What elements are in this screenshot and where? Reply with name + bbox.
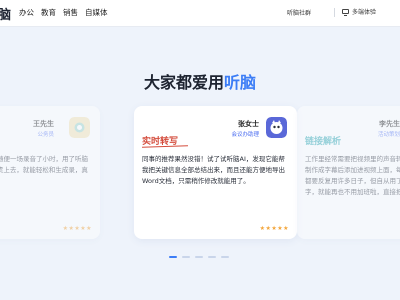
feature-tag: 链接解析 (305, 137, 342, 147)
reviewer-title: 活动策划 (377, 132, 400, 138)
menu-item-education[interactable]: 教育 (41, 7, 56, 18)
reviewer-name: 张女士 (238, 120, 259, 128)
reviewer-title: 公务员 (37, 132, 54, 138)
carousel-pager (169, 256, 229, 258)
heading-accent: 听脑 (224, 73, 257, 92)
menu-item-sales[interactable]: 销售 (63, 7, 78, 18)
rating-stars: ★★★★★ (62, 225, 92, 232)
menu-item-self-media[interactable]: 自媒体 (85, 7, 108, 18)
avatar (69, 117, 90, 138)
main-menu: 办公 教育 销售 自媒体 (19, 7, 108, 18)
carousel-dot[interactable] (208, 256, 216, 258)
carousel-dot[interactable] (169, 256, 177, 258)
menu-item-office[interactable]: 办公 (19, 7, 34, 18)
testimonial-quote: 作经常需要开会，随便一场录音了小时，用了听脑AI后，只需要把负责上去，就能轻松和… (0, 155, 88, 174)
brand-logo[interactable]: 脑 (0, 4, 11, 23)
reviewer-title: 会议办助理 (231, 132, 259, 138)
monitor-icon (342, 9, 349, 16)
nav-divider (334, 8, 335, 17)
multi-device-button[interactable]: 多端体验 (342, 7, 376, 16)
testimonial-card-right[interactable]: 链接解析 李先生 活动策划 工作里经常需要把视频里的声音转为文字，然后再制作成字… (297, 106, 400, 239)
community-link[interactable]: 听脑社群 (287, 8, 311, 17)
section-heading: 大家都爱用听脑 (0, 69, 400, 93)
tag-underline (141, 145, 189, 148)
multi-device-label: 多端体验 (352, 9, 377, 16)
heading-prefix: 大家都爱用 (143, 73, 224, 92)
carousel-dot[interactable] (182, 256, 190, 258)
testimonial-quote: 同事的推荐果然没错！试了试听脑AI，发现它能帮我把关键信息全部总结出来，而且还能… (142, 155, 285, 185)
carousel-dot[interactable] (195, 256, 203, 258)
carousel-dot[interactable] (221, 256, 229, 258)
reviewer-name: 李先生 (379, 120, 400, 128)
rating-stars: ★★★★★ (259, 225, 289, 232)
testimonial-card-center[interactable]: 实时转写 张女士 会议办助理 同事的推荐果然没错！试了试听脑AI，发现它能帮我把… (134, 106, 297, 239)
reviewer-name: 王先生 (33, 120, 54, 128)
top-navigation: 脑 办公 教育 销售 自媒体 听脑社群 多端体验 (0, 0, 400, 27)
testimonial-quote: 工作里经常需要把视频里的声音转为文字，然后再制作成字幕后添加进视频上面，每次做字… (305, 155, 400, 196)
testimonial-card-left[interactable]: 转写 王先生 公务员 作经常需要开会，随便一场录音了小时，用了听脑AI后，只需要… (0, 106, 100, 239)
avatar (266, 117, 287, 138)
